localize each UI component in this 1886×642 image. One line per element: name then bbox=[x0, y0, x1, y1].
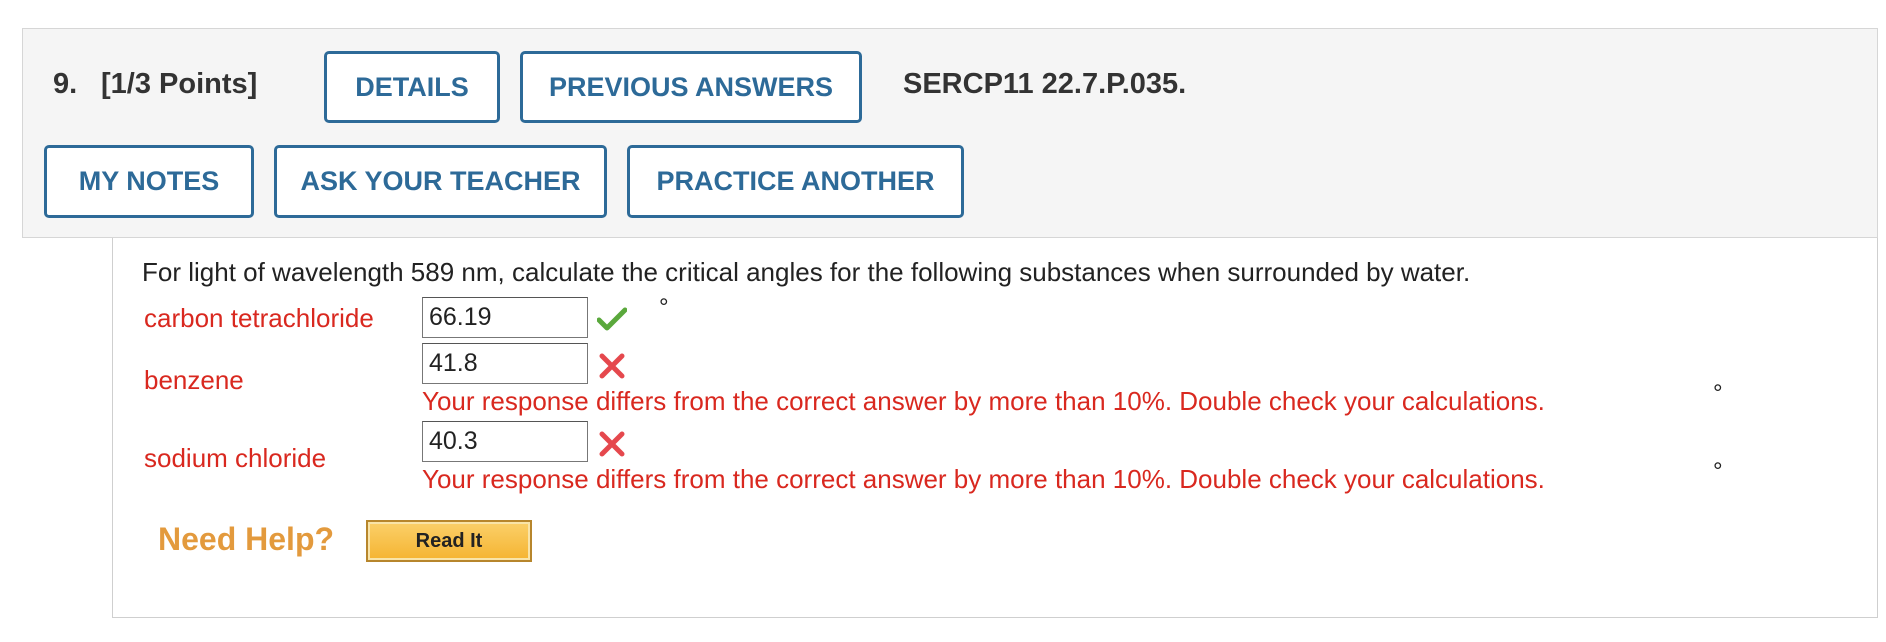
question-text: For light of wavelength 589 nm, calculat… bbox=[142, 257, 1471, 287]
part-label-sodium-chloride: sodium chloride bbox=[144, 443, 327, 473]
question-number: 9. bbox=[53, 68, 78, 100]
unit-degree: ° bbox=[1713, 458, 1723, 485]
part-label-carbon-tetrachloride: carbon tetrachloride bbox=[144, 303, 374, 333]
answer-input-benzene[interactable] bbox=[422, 343, 588, 384]
feedback-benzene: Your response differs from the correct a… bbox=[422, 386, 1545, 416]
my-notes-button[interactable]: MY NOTES bbox=[44, 145, 254, 218]
x-icon bbox=[598, 353, 626, 384]
unit-degree: ° bbox=[1713, 380, 1723, 407]
practice-another-button[interactable]: PRACTICE ANOTHER bbox=[627, 145, 964, 218]
read-it-button[interactable]: Read It bbox=[366, 520, 532, 562]
points-label: [1/3 Points] bbox=[101, 68, 258, 100]
previous-answers-button[interactable]: PREVIOUS ANSWERS bbox=[520, 51, 862, 123]
details-button[interactable]: DETAILS bbox=[324, 51, 500, 123]
feedback-sodium-chloride: Your response differs from the correct a… bbox=[422, 464, 1545, 494]
need-help-label: Need Help? bbox=[158, 521, 335, 557]
answer-input-sodium-chloride[interactable] bbox=[422, 421, 588, 462]
check-icon bbox=[596, 307, 628, 336]
ask-teacher-button[interactable]: ASK YOUR TEACHER bbox=[274, 145, 607, 218]
answer-input-carbon-tetrachloride[interactable] bbox=[422, 297, 588, 338]
unit-degree: ° bbox=[659, 294, 669, 321]
x-icon bbox=[598, 431, 626, 462]
part-label-benzene: benzene bbox=[144, 365, 244, 395]
question-id: SERCP11 22.7.P.035. bbox=[903, 68, 1187, 100]
